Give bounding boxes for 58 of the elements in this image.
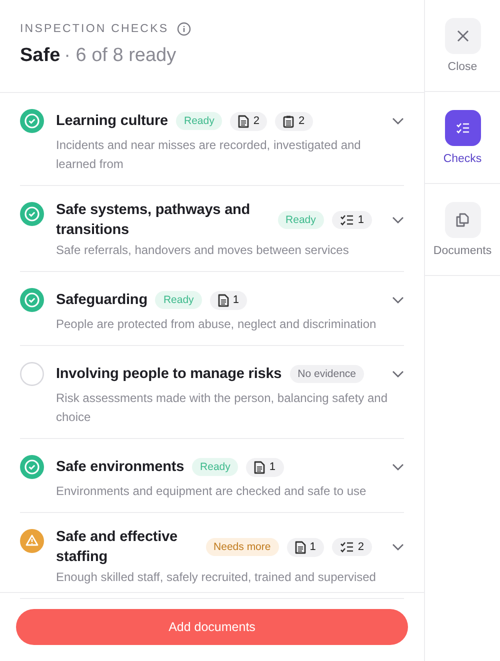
check-circle-icon (20, 288, 44, 312)
check-description: Risk assessments made with the person, balancing safety and choice (56, 390, 389, 426)
status-badge: Ready (176, 112, 222, 130)
chevron-down-icon[interactable] (392, 117, 404, 125)
evidence-count: 1 (210, 290, 247, 310)
check-title: Safeguarding (56, 291, 148, 310)
evidence-count: 2 (332, 538, 372, 556)
warning-icon (20, 529, 44, 553)
status-badge: Needs more (206, 538, 279, 556)
checks-button[interactable] (444, 110, 480, 146)
close-button[interactable] (444, 18, 480, 54)
chevron-down-icon[interactable] (392, 463, 404, 471)
evidence-count: 1 (246, 458, 284, 476)
check-circle-icon (20, 109, 44, 133)
rail-label: Close (448, 61, 478, 73)
check-description: Environments and equipment are checked and safe to use (56, 483, 368, 500)
section-title: Safe (20, 45, 60, 67)
checklist-icon (340, 214, 354, 226)
check-title: Safe systems, pathways and transitions (56, 201, 252, 240)
evidence-count: 1 (286, 538, 324, 556)
chevron-down-icon[interactable] (392, 296, 404, 304)
status-badge: No evidence (290, 365, 364, 383)
check-circle-icon (20, 455, 44, 479)
checklist-icon (340, 541, 354, 553)
empty-circle-icon (20, 362, 44, 386)
rail-label: Documents (433, 245, 492, 257)
status-badge: Ready (155, 291, 202, 309)
status-badge: Ready (278, 211, 324, 229)
checklist-icon (456, 122, 470, 134)
document-icon (294, 540, 306, 554)
check-description: People are protected from abuse, neglect and discrimination (56, 316, 378, 333)
document-icon (254, 460, 266, 474)
close-icon (456, 30, 468, 42)
evidence-count: 2 (230, 112, 268, 130)
status-badge: Ready (192, 458, 238, 476)
check-circle-icon (20, 202, 44, 226)
chevron-down-icon[interactable] (392, 370, 404, 378)
check-title: Safe environments (56, 458, 184, 477)
documents-button[interactable] (444, 202, 480, 238)
clipboard-icon (283, 114, 294, 128)
check-title: Learning culture (56, 112, 168, 131)
check-title: Safe and effective staffing (56, 528, 178, 567)
document-icon (218, 294, 229, 306)
evidence-count: 2 (275, 112, 313, 130)
ready-summary: · 6 of 8 ready (64, 45, 176, 67)
document-icon (238, 114, 250, 128)
section-eyebrow: INSPECTION CHECKS (20, 23, 169, 35)
check-title: Involving people to manage risks (56, 365, 282, 384)
chevron-down-icon[interactable] (392, 216, 404, 224)
chevron-down-icon[interactable] (392, 543, 404, 551)
check-description: Enough skilled staff, safely recruited, trained and supervised (56, 569, 377, 586)
check-description: Incidents and near misses are recorded, investigated and learned from (56, 137, 362, 173)
check-description: Safe referrals, handovers and moves between services (56, 242, 350, 259)
info-icon[interactable] (176, 22, 191, 36)
add-documents-button[interactable]: Add documents (16, 609, 408, 645)
evidence-count: 1 (332, 211, 372, 229)
rail-label: Checks (443, 153, 482, 165)
copy-icon (456, 213, 469, 227)
